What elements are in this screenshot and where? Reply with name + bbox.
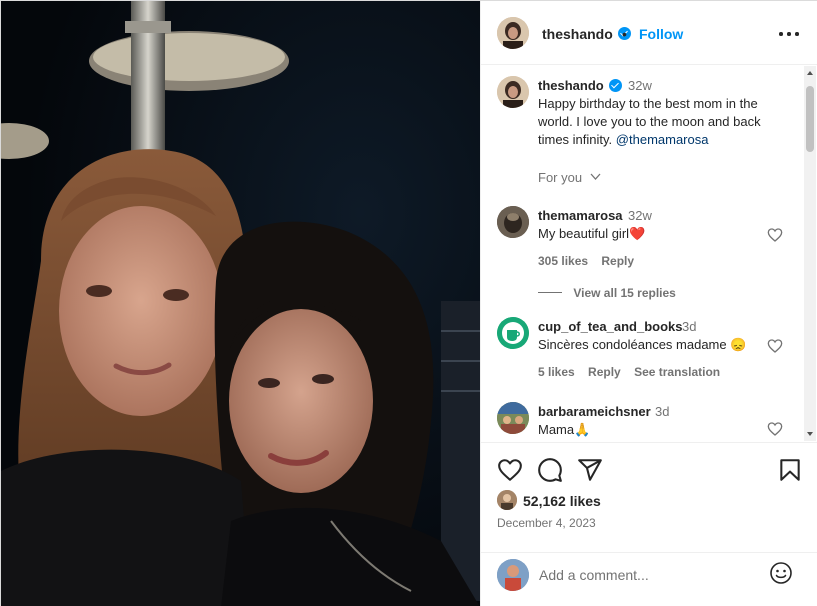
post-photo[interactable] [1, 1, 480, 606]
author-avatar[interactable] [497, 17, 529, 49]
caption-author-avatar[interactable] [497, 76, 529, 108]
for-you-label: For you [538, 170, 583, 185]
comment-timestamp: 3d [682, 319, 697, 334]
add-comment-input[interactable] [539, 565, 759, 585]
instagram-post-dialog: theshando • Follow theshando 32w Happy b… [0, 0, 817, 606]
bookmark-icon[interactable] [777, 457, 803, 483]
comment-meta: 5 likes Reply See translation [538, 365, 730, 379]
comment-likes-count[interactable]: 305 likes [538, 254, 588, 268]
chevron-down-icon [590, 173, 601, 180]
liker-avatar-image [497, 490, 517, 510]
post-side-panel: theshando • Follow theshando 32w Happy b… [480, 1, 817, 606]
current-user-avatar-image [497, 559, 529, 591]
post-actions: 52,162 likes December 4, 2023 [481, 442, 817, 552]
emoji-icon[interactable] [769, 561, 793, 585]
caption-avatar-image [497, 76, 529, 108]
caption-username[interactable]: theshando [538, 78, 604, 93]
view-replies-label: View all 15 replies [573, 286, 676, 300]
separator-dot: • [622, 26, 627, 42]
comment-icon[interactable] [537, 457, 563, 483]
commenter-avatar-image [497, 402, 529, 434]
commenter-avatar-image [497, 317, 529, 349]
comment-text: Sincères condoléances madame 😞 [538, 337, 747, 352]
post-date[interactable]: December 4, 2023 [497, 516, 596, 530]
more-options-icon[interactable] [778, 25, 800, 41]
author-avatar-image [497, 17, 529, 49]
comment-text: My beautiful girl❤️ [538, 226, 646, 241]
comment-timestamp: 3d [655, 404, 670, 419]
share-icon[interactable] [577, 457, 603, 483]
likes-count[interactable]: 52,162 likes [523, 493, 601, 509]
post-header: theshando • Follow [481, 1, 817, 65]
comment-like-heart-icon[interactable] [767, 227, 783, 243]
add-comment-bar [481, 552, 817, 606]
current-user-avatar[interactable] [497, 559, 529, 591]
comments-scrollbar[interactable] [804, 66, 816, 441]
comment-timestamp: 32w [628, 208, 652, 223]
comment-username[interactable]: themamarosa [538, 208, 623, 223]
view-replies-button[interactable]: View all 15 replies [538, 286, 676, 300]
comment-username[interactable]: cup_of_tea_and_books [538, 319, 683, 334]
caption-mention-link[interactable]: @themamarosa [616, 132, 709, 147]
author-username[interactable]: theshando [542, 26, 613, 42]
commenter-avatar[interactable] [497, 402, 529, 434]
comment-like-heart-icon[interactable] [767, 338, 783, 354]
follow-button[interactable]: Follow [639, 26, 683, 42]
scrollbar-thumb[interactable] [806, 86, 814, 152]
comment-username[interactable]: barbarameichsner [538, 404, 651, 419]
post-photo-illustration [1, 1, 480, 606]
comment-meta: 305 likes Reply [538, 254, 644, 268]
caption-timestamp: 32w [628, 78, 652, 93]
commenter-avatar-image [497, 206, 529, 238]
comment-like-heart-icon[interactable] [767, 421, 783, 437]
scroll-down-arrow-icon[interactable] [807, 432, 813, 436]
reply-button[interactable]: Reply [588, 365, 621, 379]
verified-badge-icon [609, 79, 622, 92]
scroll-up-arrow-icon[interactable] [807, 71, 813, 75]
comment-text: Mama🙏 [538, 422, 591, 437]
caption-text: Happy birthday to the best mom in the wo… [538, 95, 788, 149]
commenter-avatar[interactable] [497, 206, 529, 238]
heart-icon[interactable] [497, 457, 523, 483]
commenter-avatar[interactable] [497, 317, 529, 349]
comments-list[interactable]: theshando 32w Happy birthday to the best… [481, 66, 817, 441]
see-translation-button[interactable]: See translation [634, 365, 720, 379]
for-you-dropdown[interactable]: For you [538, 170, 601, 185]
reply-button[interactable]: Reply [601, 254, 634, 268]
liker-avatar[interactable] [497, 490, 517, 510]
comment-likes-count[interactable]: 5 likes [538, 365, 575, 379]
replies-divider-line [538, 292, 562, 293]
